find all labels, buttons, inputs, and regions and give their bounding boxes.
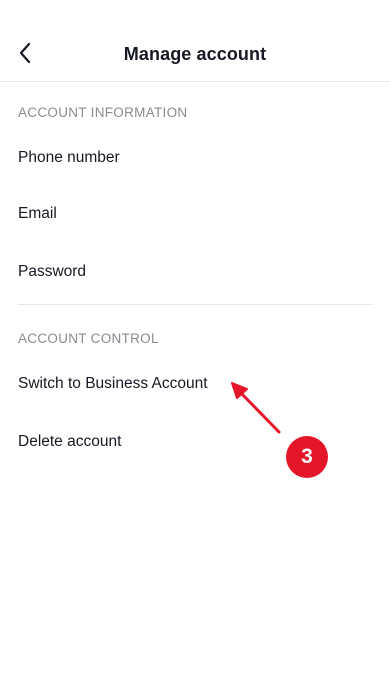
- manage-account-screen: Manage account ACCOUNT INFORMATION Phone…: [0, 0, 390, 693]
- menu-item-label: Password: [18, 263, 87, 280]
- annotation-arrow: [231, 382, 281, 434]
- menu-item-label: Phone number: [18, 149, 120, 166]
- menu-item-label: Email: [18, 205, 57, 222]
- menu-item-password[interactable]: Password: [0, 250, 390, 294]
- step-number-badge: 3: [286, 436, 328, 478]
- menu-item-switch-to-business-account[interactable]: Switch to Business Account: [0, 362, 390, 406]
- step-number: 3: [301, 445, 313, 468]
- section-divider: [18, 304, 373, 305]
- nav-header: Manage account: [0, 0, 390, 82]
- menu-item-delete-account[interactable]: Delete account: [0, 420, 390, 464]
- menu-item-email[interactable]: Email: [0, 192, 390, 236]
- menu-item-label: Switch to Business Account: [18, 375, 208, 392]
- menu-item-phone-number[interactable]: Phone number: [0, 136, 390, 180]
- section-header-account-information: ACCOUNT INFORMATION: [18, 105, 188, 120]
- page-title: Manage account: [123, 44, 267, 64]
- section-header-account-control: ACCOUNT CONTROL: [18, 331, 159, 346]
- menu-item-label: Delete account: [18, 433, 122, 450]
